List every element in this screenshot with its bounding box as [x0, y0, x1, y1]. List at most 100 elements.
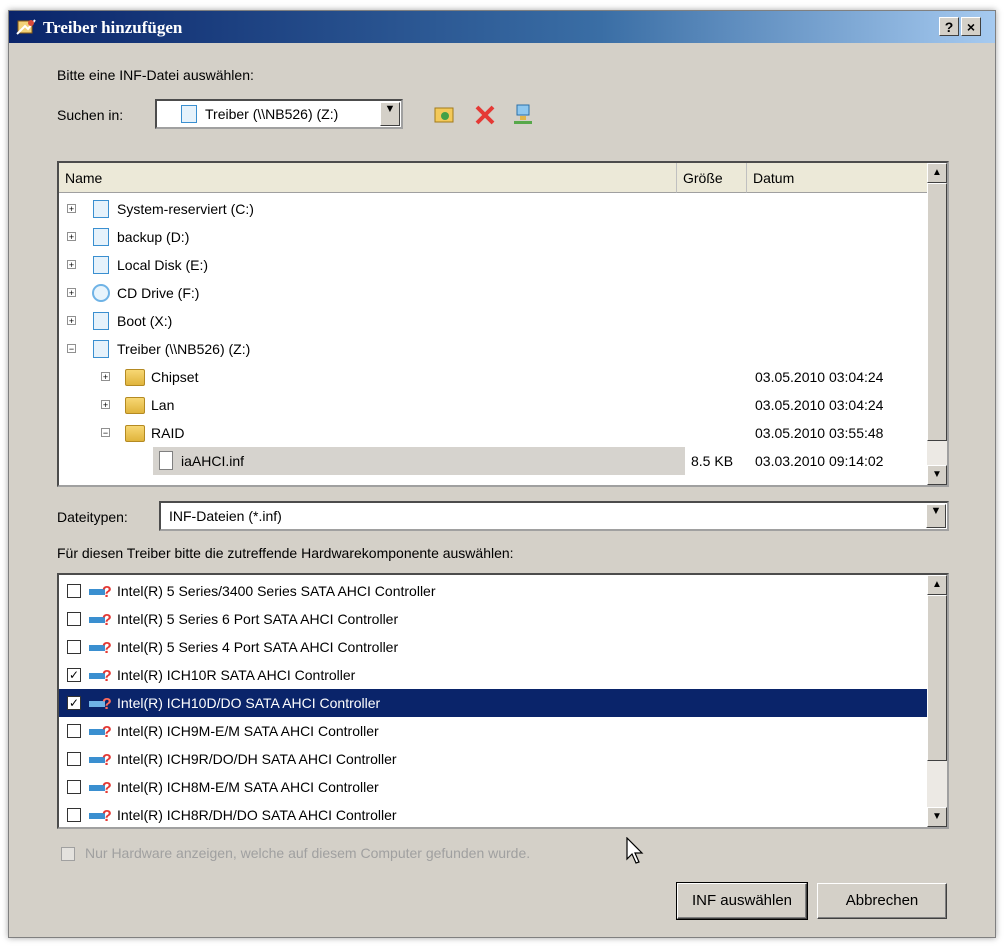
checkbox[interactable]: [67, 724, 81, 738]
unknown-hardware-icon: ?: [89, 612, 112, 628]
file-types-value: INF-Dateien (*.inf): [169, 508, 282, 524]
unknown-hardware-icon: ?: [89, 584, 112, 600]
scroll-down-icon[interactable]: ▼: [927, 465, 947, 485]
tree-item-size: 8.5 KB: [691, 453, 734, 469]
column-header-size[interactable]: Größe: [677, 163, 747, 193]
folder-icon: [125, 425, 145, 442]
hardware-label: Intel(R) ICH8M-E/M SATA AHCI Controller: [117, 779, 379, 795]
expand-icon[interactable]: +: [67, 288, 76, 298]
tree-item-raid[interactable]: − RAID 03.05.2010 03:55:48: [59, 419, 929, 447]
scroll-up-icon[interactable]: ▲: [927, 163, 947, 183]
chevron-down-icon[interactable]: ▼: [926, 504, 946, 528]
look-in-combo[interactable]: Treiber (\\NB526) (Z:) ▼: [155, 99, 403, 129]
expand-icon[interactable]: +: [67, 260, 76, 270]
tree-item-f[interactable]: + CD Drive (F:): [59, 279, 929, 307]
tree-item-date: 03.05.2010 03:55:48: [755, 425, 884, 441]
svg-text:?: ?: [102, 808, 112, 824]
hardware-label: Intel(R) ICH9R/DO/DH SATA AHCI Controlle…: [117, 751, 397, 767]
collapse-icon[interactable]: −: [101, 428, 110, 438]
folder-icon: [125, 369, 145, 386]
unknown-hardware-icon: ?: [89, 640, 112, 656]
svg-text:?: ?: [102, 696, 112, 712]
select-inf-prompt: Bitte eine INF-Datei auswählen:: [57, 67, 254, 83]
scroll-thumb[interactable]: [927, 595, 947, 761]
checkbox[interactable]: [67, 808, 81, 822]
unknown-hardware-icon: ?: [89, 752, 112, 768]
hardware-list[interactable]: ? Intel(R) 5 Series/3400 Series SATA AHC…: [57, 573, 949, 829]
tree-item-e[interactable]: + Local Disk (E:): [59, 251, 929, 279]
hardware-list-item[interactable]: ? Intel(R) ICH9R/DO/DH SATA AHCI Control…: [59, 745, 927, 773]
tree-item-d[interactable]: + backup (D:): [59, 223, 929, 251]
tree-item-date: 03.05.2010 03:04:24: [755, 369, 884, 385]
checkbox[interactable]: [67, 752, 81, 766]
hardware-list-item[interactable]: ? Intel(R) ICH9M-E/M SATA AHCI Controlle…: [59, 717, 927, 745]
hardware-list-item[interactable]: ? Intel(R) ICH8R/DH/DO SATA AHCI Control…: [59, 801, 927, 827]
expand-icon[interactable]: +: [101, 372, 110, 382]
hardware-list-item[interactable]: ? Intel(R) 5 Series 4 Port SATA AHCI Con…: [59, 633, 927, 661]
unknown-hardware-icon: ?: [89, 696, 112, 712]
hardware-prompt: Für diesen Treiber bitte die zutreffende…: [57, 545, 514, 561]
tree-item-z[interactable]: − Treiber (\\NB526) (Z:): [59, 335, 929, 363]
column-header-date[interactable]: Datum: [747, 163, 929, 193]
hardware-list-item-selected[interactable]: ✓ ? Intel(R) ICH10D/DO SATA AHCI Control…: [59, 689, 927, 717]
chevron-down-icon[interactable]: ▼: [380, 102, 400, 126]
delete-icon[interactable]: [473, 103, 497, 127]
hardware-label: Intel(R) ICH9M-E/M SATA AHCI Controller: [117, 723, 379, 739]
expand-icon[interactable]: +: [67, 232, 76, 242]
driver-wizard-icon: [16, 19, 36, 35]
add-drive-icon[interactable]: [433, 103, 457, 127]
hardware-list-item[interactable]: ✓ ? Intel(R) ICH10R SATA AHCI Controller: [59, 661, 927, 689]
svg-text:?: ?: [102, 668, 112, 684]
title-bar[interactable]: Treiber hinzufügen ? ×: [9, 11, 995, 43]
file-tree-scrollbar[interactable]: ▲ ▼: [927, 163, 947, 485]
checkbox[interactable]: [67, 612, 81, 626]
tree-item-lan[interactable]: + Lan 03.05.2010 03:04:24: [59, 391, 929, 419]
hardware-label: Intel(R) 5 Series/3400 Series SATA AHCI …: [117, 583, 436, 599]
tree-item-c[interactable]: + System-reserviert (C:): [59, 195, 929, 223]
hardware-list-item[interactable]: ? Intel(R) ICH8M-E/M SATA AHCI Controlle…: [59, 773, 927, 801]
network-icon[interactable]: [511, 103, 535, 127]
checkbox[interactable]: [67, 584, 81, 598]
scroll-up-icon[interactable]: ▲: [927, 575, 947, 595]
scroll-thumb[interactable]: [927, 183, 947, 441]
collapse-icon[interactable]: −: [67, 344, 76, 354]
checkbox[interactable]: [67, 640, 81, 654]
drive-icon: [93, 312, 109, 330]
drive-icon: [93, 256, 109, 274]
hardware-list-item[interactable]: ? Intel(R) 5 Series 6 Port SATA AHCI Con…: [59, 605, 927, 633]
expand-icon[interactable]: +: [101, 400, 110, 410]
show-found-only-checkbox[interactable]: [61, 847, 75, 861]
tree-item-label: Lan: [151, 397, 175, 413]
folder-icon: [125, 397, 145, 414]
mouse-cursor-icon: [626, 837, 644, 864]
window-title: Treiber hinzufügen: [43, 18, 183, 37]
scroll-down-icon[interactable]: ▼: [927, 807, 947, 827]
column-header-name[interactable]: Name: [59, 163, 677, 193]
tree-item-label: Chipset: [151, 369, 199, 385]
tree-item-x[interactable]: + Boot (X:): [59, 307, 929, 335]
unknown-hardware-icon: ?: [89, 668, 112, 684]
tree-item-label: Local Disk (E:): [117, 257, 209, 273]
file-tree[interactable]: Name Größe Datum + System-reserviert (C:…: [57, 161, 949, 487]
checkbox[interactable]: [67, 780, 81, 794]
tree-item-chipset[interactable]: + Chipset 03.05.2010 03:04:24: [59, 363, 929, 391]
close-button[interactable]: ×: [961, 17, 981, 36]
expand-icon[interactable]: +: [67, 204, 76, 214]
tree-item-label: iaAHCI.inf: [181, 453, 245, 469]
select-inf-button[interactable]: INF auswählen: [676, 882, 808, 920]
file-types-combo[interactable]: INF-Dateien (*.inf) ▼: [159, 501, 949, 531]
checkbox-checked[interactable]: ✓: [67, 696, 81, 710]
hardware-label: Intel(R) 5 Series 4 Port SATA AHCI Contr…: [117, 639, 399, 655]
tree-item-label: System-reserviert (C:): [117, 201, 254, 217]
tree-item-date: 03.05.2010 03:04:24: [755, 397, 884, 413]
expand-icon[interactable]: +: [67, 316, 76, 326]
look-in-value: Treiber (\\NB526) (Z:): [205, 106, 339, 122]
hardware-list-scrollbar[interactable]: ▲ ▼: [927, 575, 947, 827]
hardware-list-item[interactable]: ? Intel(R) 5 Series/3400 Series SATA AHC…: [59, 577, 927, 605]
help-button[interactable]: ?: [939, 17, 959, 36]
checkbox-checked[interactable]: ✓: [67, 668, 81, 682]
cancel-button[interactable]: Abbrechen: [817, 883, 947, 919]
svg-text:?: ?: [102, 752, 112, 768]
look-in-label: Suchen in:: [57, 107, 124, 123]
tree-item-iaahci-inf[interactable]: iaAHCI.inf 8.5 KB 03.03.2010 09:14:02: [59, 447, 929, 475]
